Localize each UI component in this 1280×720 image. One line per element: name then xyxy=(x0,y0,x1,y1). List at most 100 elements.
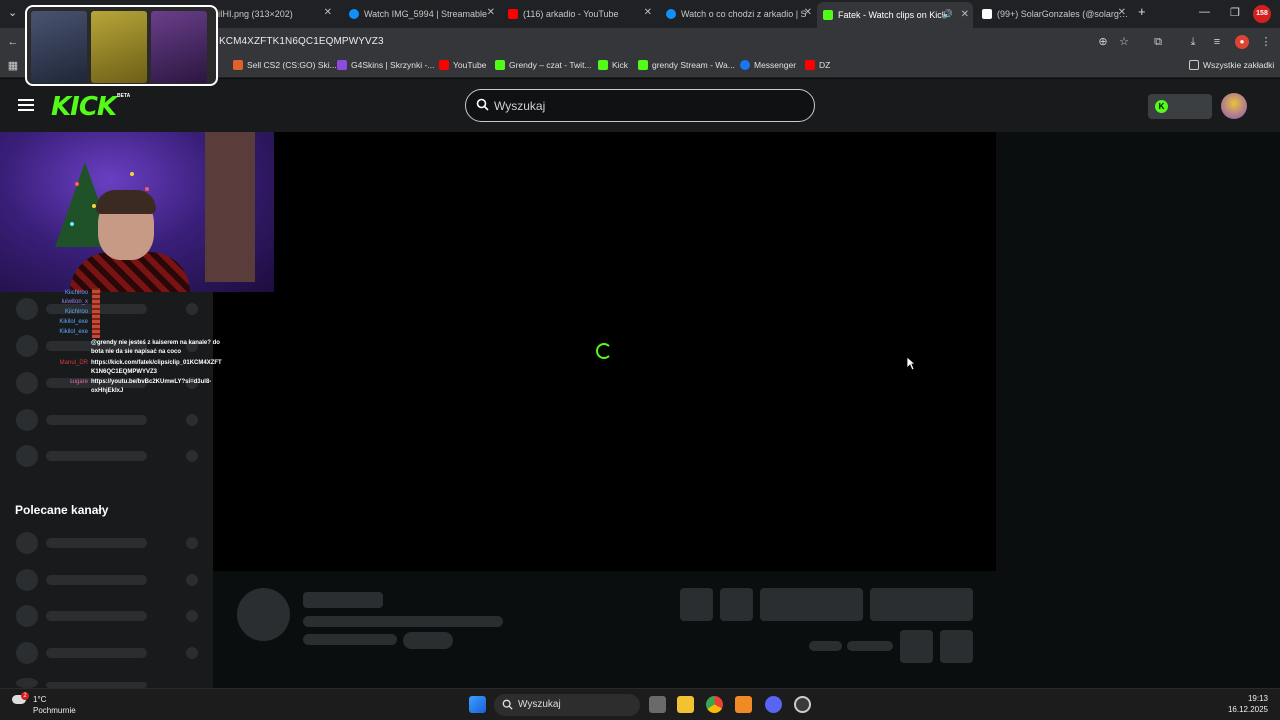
tab-title: Watch IMG_5994 | Streamable xyxy=(364,9,488,19)
skeleton-avatar xyxy=(16,642,38,664)
close-tab-icon[interactable]: ✕ xyxy=(324,7,332,18)
kick-logo[interactable]: KICK xyxy=(51,92,117,122)
bookmark-item[interactable]: Grendy – czat - Twit... xyxy=(495,60,592,70)
speaker-icon[interactable]: 🔊 xyxy=(942,9,953,20)
skeleton-line xyxy=(46,611,147,621)
recommended-channels-heading: Polecane kanały xyxy=(15,503,109,517)
steam-icon[interactable] xyxy=(794,696,811,713)
streamable-icon xyxy=(666,9,676,19)
tab-image[interactable]: iIHI.png (313×202) ✕ xyxy=(218,4,336,24)
app-icon[interactable] xyxy=(735,696,752,713)
skeleton-button xyxy=(870,588,973,621)
weather-badge: 2 xyxy=(21,692,29,700)
light xyxy=(145,187,149,191)
skeleton-dot xyxy=(186,610,198,622)
skeleton-avatar xyxy=(16,445,38,467)
all-bookmarks[interactable]: Wszystkie zakładki xyxy=(1189,60,1274,70)
bookmark-label: Kick xyxy=(612,60,629,70)
youtube-icon xyxy=(805,60,815,70)
skeleton-avatar xyxy=(16,605,38,627)
kicks-button[interactable]: K xyxy=(1148,94,1212,119)
bookmark-item[interactable]: grendy Stream - Wa... xyxy=(638,60,735,70)
close-tab-icon[interactable]: ✕ xyxy=(804,7,812,18)
chat-message: https://kick.com/fatek/clips/clip_01KCM4… xyxy=(91,360,222,366)
bookmark-item[interactable]: Messenger xyxy=(740,60,796,70)
skeleton-line xyxy=(46,415,147,425)
star-icon[interactable]: ☆ xyxy=(1117,35,1131,49)
chat-message: bota nie da sie napisać na coco xyxy=(91,349,182,355)
chat-line: Kiichiroo xyxy=(48,290,91,296)
chat-line: @grendy nie jesteś z kaiserem na kanale?… xyxy=(48,340,220,346)
download-icon[interactable]: ⤓ xyxy=(1186,35,1200,49)
restore-icon[interactable]: ❐ xyxy=(1230,6,1240,19)
minimize-icon[interactable]: — xyxy=(1199,6,1210,18)
discord-icon[interactable] xyxy=(765,696,782,713)
skeleton-button xyxy=(900,630,933,663)
tab-title: (116) arkadio - YouTube xyxy=(523,9,619,19)
extensions-icon[interactable]: ⧉ xyxy=(1151,35,1165,49)
taskbar-search[interactable]: Wyszukaj xyxy=(494,694,640,716)
tab-preview-thumbnails xyxy=(25,5,218,86)
bookmark-item[interactable]: G4Skins | Skrzynki -... xyxy=(337,60,434,70)
bookmark-item[interactable]: Sell CS2 (CS:GO) Ski... xyxy=(233,60,337,70)
tab-streamable[interactable]: Watch IMG_5994 | Streamable ✕ xyxy=(349,4,499,24)
back-arrow-icon[interactable]: ← xyxy=(6,35,20,49)
avatar[interactable] xyxy=(1221,93,1247,119)
skeleton-line xyxy=(303,592,383,608)
beta-badge: BETA xyxy=(117,93,131,99)
tab-title: iIHI.png (313×202) xyxy=(218,9,293,19)
chat-message: K1N6QC1EQMPWYVZ3 xyxy=(91,369,158,375)
search-input[interactable]: Wyszukaj xyxy=(465,89,815,122)
tab-search-icon[interactable]: ⌄ xyxy=(8,6,17,19)
skeleton-avatar xyxy=(16,532,38,554)
skeleton-avatar xyxy=(16,409,38,431)
url-field[interactable]: KCM4XZFTK1N6QC1EQMPWYVZ3 xyxy=(219,36,384,47)
chat-message: oxHhjEkIxJ xyxy=(91,388,124,394)
chat-username: luiwiton_x xyxy=(61,299,88,305)
skeleton-dot xyxy=(186,450,198,462)
profile-badge[interactable]: 158 xyxy=(1253,5,1271,23)
bookmark-item[interactable]: DZ xyxy=(805,60,830,70)
new-tab-icon[interactable]: + xyxy=(1138,4,1146,19)
hamburger-menu-icon[interactable] xyxy=(18,99,34,111)
zoom-icon[interactable]: ⊕ xyxy=(1096,35,1110,49)
tab-kick-active[interactable]: Fatek - Watch clips on Kick 🔊 ✕ xyxy=(817,2,973,28)
tab-youtube[interactable]: (116) arkadio - YouTube ✕ xyxy=(508,4,656,24)
streamer-hair xyxy=(96,190,156,214)
close-tab-icon[interactable]: ✕ xyxy=(644,7,652,18)
chat-username: Kiichiroo xyxy=(64,290,88,296)
light xyxy=(70,222,74,226)
windows-start-icon[interactable] xyxy=(469,696,486,713)
skeleton-avatar xyxy=(16,335,38,357)
menu-icon[interactable]: ⋮ xyxy=(1259,35,1273,49)
tab-tiktok[interactable]: (99+) SolarGonzales (@solarg… ✕ xyxy=(982,4,1130,24)
chrome-icon[interactable] xyxy=(706,696,723,713)
file-explorer-icon[interactable] xyxy=(677,696,694,713)
media-control-icon[interactable]: ≡ xyxy=(1210,35,1224,49)
close-tab-icon[interactable]: ✕ xyxy=(1118,7,1126,18)
temperature: 1°C xyxy=(33,695,47,704)
tab-streamable-2[interactable]: Watch o co chodzi z arkadio | S ✕ xyxy=(666,4,816,24)
skeleton-button xyxy=(720,588,753,621)
chat-line: sugare https://youtu.be/bvBc2KUmwLY?si=d3… xyxy=(48,379,212,385)
chat-message: https://youtu.be/bvBc2KUmwLY?si=d3ul8- xyxy=(91,379,212,385)
task-view-icon[interactable] xyxy=(649,696,666,713)
video-player[interactable] xyxy=(213,132,996,571)
skeleton-avatar xyxy=(16,678,38,688)
system-clock[interactable]: 19:13 16.12.2025 xyxy=(1226,694,1268,714)
bookmark-item[interactable]: Kick xyxy=(598,60,628,70)
account-icon[interactable]: ● xyxy=(1235,35,1249,49)
skeleton-line xyxy=(46,538,147,548)
skin-thumbnail xyxy=(151,11,207,83)
skeleton-button xyxy=(940,630,973,663)
chat-username: Kiichiroo xyxy=(64,309,88,315)
chat-line: oxHhjEkIxJ xyxy=(48,388,123,394)
bookmark-item[interactable]: YouTube xyxy=(439,60,486,70)
chat-username: Manul_DR xyxy=(59,360,88,366)
skin-thumbnail xyxy=(91,11,147,83)
apps-grid-icon[interactable]: ▦ xyxy=(6,59,20,73)
bookmark-label: Sell CS2 (CS:GO) Ski... xyxy=(247,60,337,70)
close-tab-icon[interactable]: ✕ xyxy=(961,9,969,20)
skeleton-avatar xyxy=(16,298,38,320)
close-tab-icon[interactable]: ✕ xyxy=(487,7,495,18)
